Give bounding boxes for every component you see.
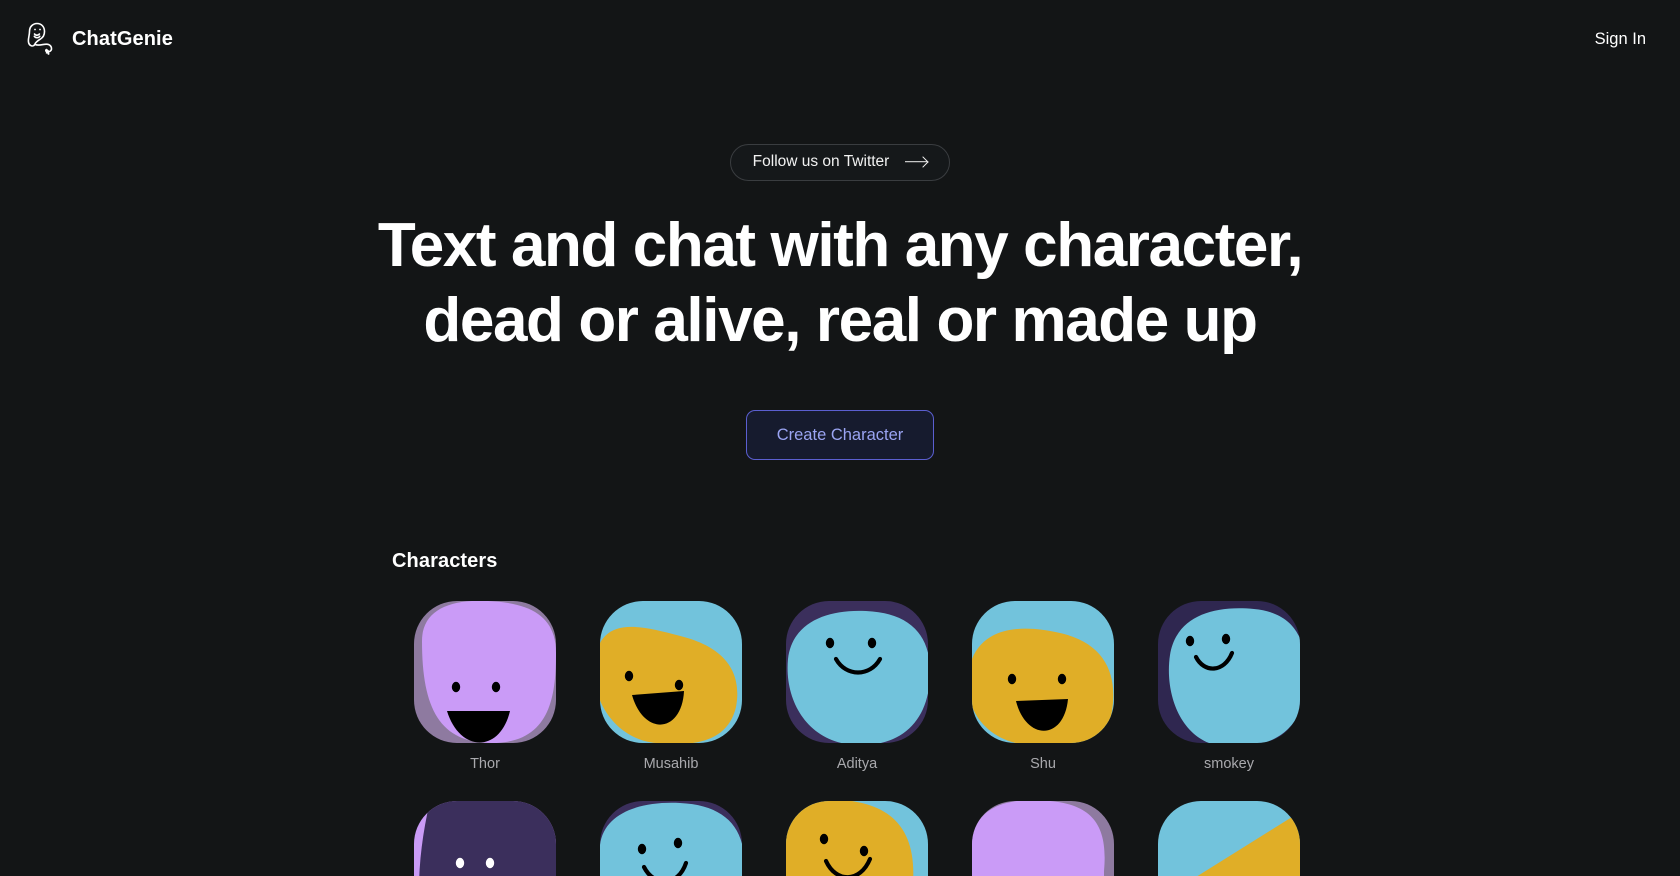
brand-logo-link[interactable]: ChatGenie xyxy=(22,20,173,58)
character-avatar[interactable] xyxy=(786,600,928,743)
character-eye xyxy=(673,837,683,849)
follow-twitter-button[interactable]: Follow us on Twitter xyxy=(729,144,951,181)
character-card[interactable]: Aditya xyxy=(764,600,950,773)
sign-in-button[interactable]: Sign In xyxy=(1585,24,1656,55)
character-name: Thor xyxy=(470,755,500,772)
character-eye xyxy=(485,857,495,869)
character-name: Aditya xyxy=(836,755,878,772)
character-eye xyxy=(1221,633,1231,644)
character-avatar[interactable] xyxy=(1158,801,1300,876)
cta-container: Create Character xyxy=(0,409,1680,460)
character-eye xyxy=(491,681,501,692)
headline-line-1: Text and chat with any character, xyxy=(377,210,1304,280)
characters-heading: Characters xyxy=(392,549,498,572)
characters-section: Characters Thor Musahib Aditya Shu smokey xyxy=(0,550,1680,876)
character-face-blob xyxy=(600,626,738,743)
character-face-blob xyxy=(972,801,1105,876)
character-avatar[interactable] xyxy=(972,600,1114,743)
character-eye xyxy=(859,845,869,857)
character-face-blob xyxy=(1169,607,1300,743)
character-card[interactable]: Musahib xyxy=(578,600,764,773)
character-card[interactable]: Thor xyxy=(392,600,578,773)
character-eye xyxy=(1185,635,1195,646)
character-avatar[interactable] xyxy=(972,801,1114,876)
character-eye xyxy=(674,679,684,690)
character-avatar[interactable] xyxy=(414,600,556,743)
arrow-right-icon xyxy=(905,157,927,167)
character-avatar[interactable] xyxy=(414,801,556,876)
character-face-blob xyxy=(600,802,742,876)
character-avatar[interactable] xyxy=(1158,600,1300,743)
hero-section: Follow us on Twitter Text and chat with … xyxy=(0,78,1680,460)
character-card[interactable]: Shu xyxy=(950,600,1136,773)
character-card[interactable] xyxy=(578,801,764,876)
character-eye xyxy=(455,857,465,869)
character-eye xyxy=(624,670,634,681)
character-eye xyxy=(637,843,647,855)
character-name: smokey xyxy=(1204,755,1254,772)
character-avatar[interactable] xyxy=(786,801,928,876)
brand-name: ChatGenie xyxy=(72,27,173,50)
character-eye xyxy=(451,681,461,692)
character-eye xyxy=(867,637,877,648)
genie-lamp-icon xyxy=(22,20,60,58)
character-card[interactable] xyxy=(392,801,578,876)
character-eye xyxy=(819,833,829,845)
characters-grid: Thor Musahib Aditya Shu smokey xyxy=(392,600,1680,876)
character-eye xyxy=(1007,673,1017,684)
character-avatar[interactable] xyxy=(600,600,742,743)
top-header: ChatGenie Sign In xyxy=(0,0,1680,78)
character-face-blob xyxy=(786,801,914,876)
character-avatar[interactable] xyxy=(600,801,742,876)
character-name: Musahib xyxy=(643,755,699,772)
character-eye xyxy=(825,637,835,648)
headline-line-2: dead or alive, real or made up xyxy=(423,285,1258,355)
character-card[interactable] xyxy=(950,801,1136,876)
character-face-blob xyxy=(787,610,928,743)
character-card[interactable]: smokey xyxy=(1136,600,1322,773)
follow-twitter-label: Follow us on Twitter xyxy=(752,153,890,170)
character-card[interactable] xyxy=(764,801,950,876)
page-title: Text and chat with any character, dead o… xyxy=(370,210,1310,355)
create-character-button[interactable]: Create Character xyxy=(745,409,935,460)
character-card[interactable] xyxy=(1136,801,1322,876)
character-face-blob xyxy=(1197,812,1300,876)
character-eye xyxy=(1057,673,1067,684)
character-name: Shu xyxy=(1030,755,1056,772)
